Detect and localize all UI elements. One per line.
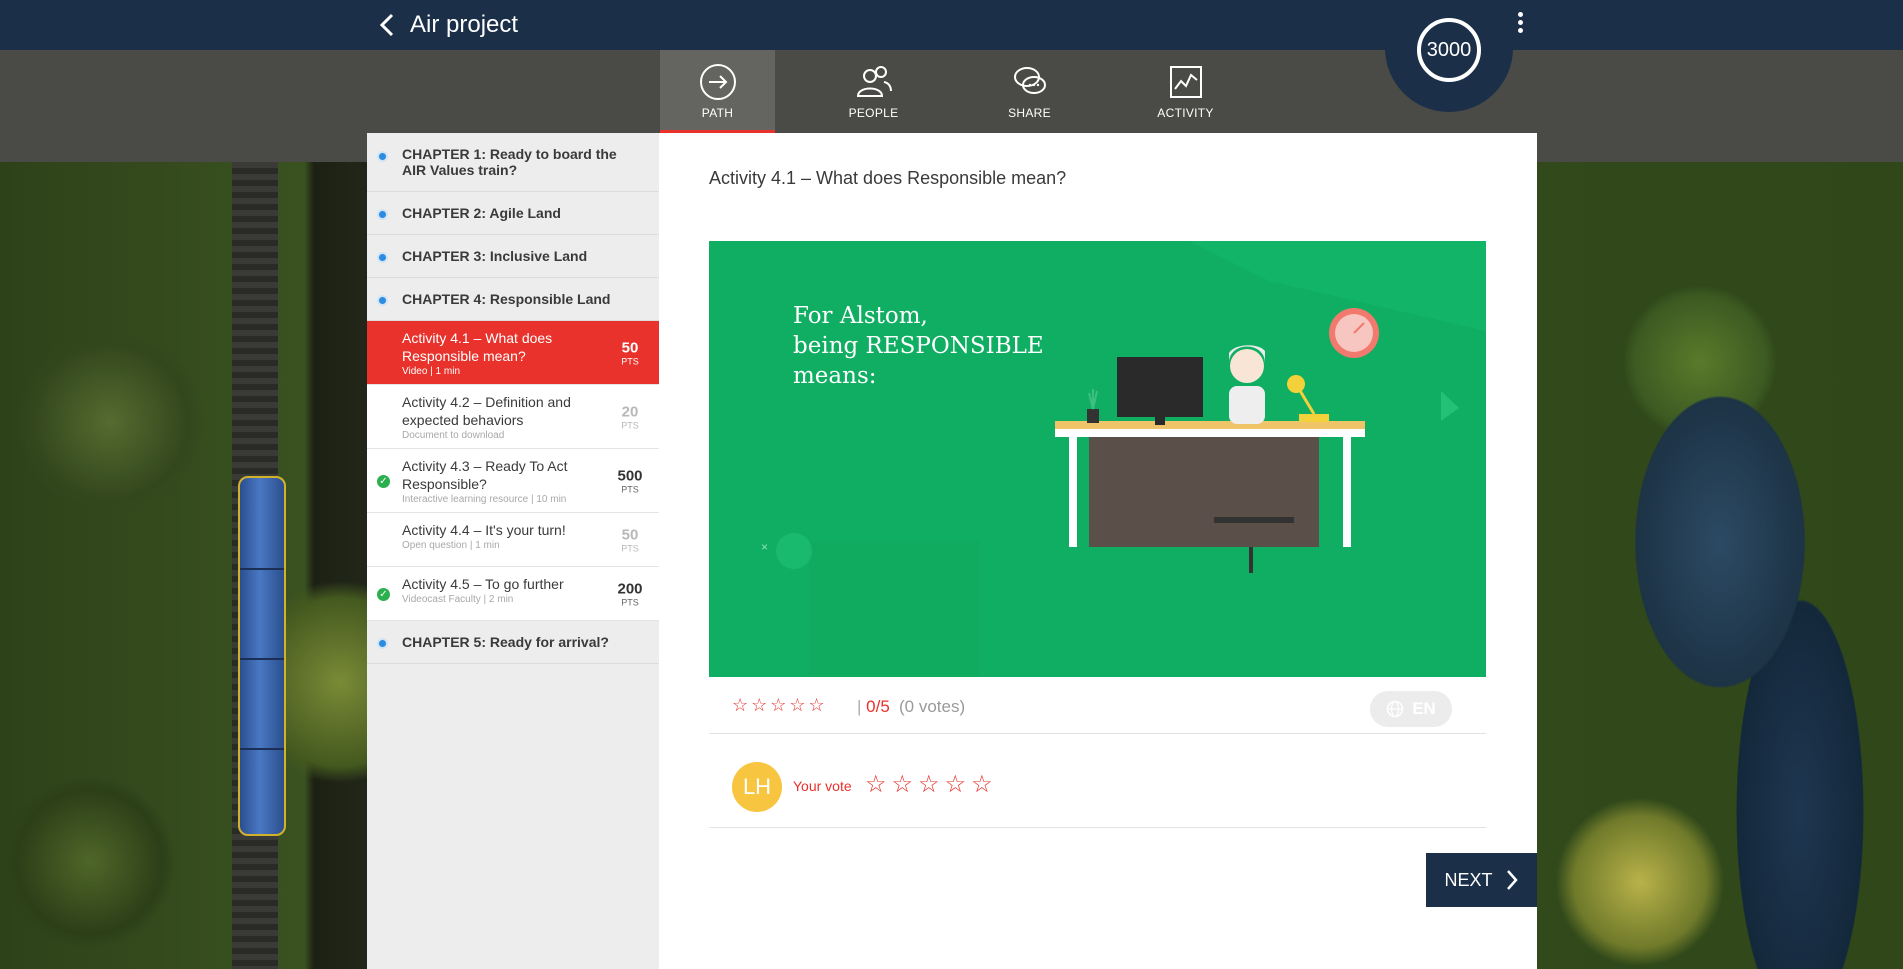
points-value: 50 — [621, 526, 639, 543]
chevron-right-icon — [1506, 870, 1518, 890]
points-value: 20 — [621, 403, 639, 420]
main-content: Activity 4.1 – What does Responsible mea… — [659, 133, 1537, 969]
tab-activity[interactable]: ACTIVITY — [1128, 50, 1243, 132]
points-value: 50 — [621, 339, 639, 356]
chapter-2[interactable]: CHAPTER 2: Agile Land — [367, 192, 659, 235]
train-image — [238, 476, 286, 836]
chapter-label: CHAPTER 3: Inclusive Land — [402, 248, 588, 264]
back-chevron-icon[interactable] — [378, 12, 400, 38]
tab-activity-label: ACTIVITY — [1157, 106, 1214, 120]
progress-dot-icon — [377, 209, 388, 220]
chapter-label: CHAPTER 4: Responsible Land — [402, 291, 611, 307]
your-vote-row: LH Your vote ☆☆☆☆☆ — [709, 734, 1486, 828]
people-icon — [856, 66, 892, 97]
your-vote-label: Your vote — [793, 778, 852, 794]
app-title: Air project — [410, 11, 519, 38]
activity-subtitle: Video | 1 min — [402, 366, 461, 377]
points-unit: PTS — [621, 356, 639, 366]
activity-points: 50 PTS — [613, 339, 647, 366]
chapter-3[interactable]: CHAPTER 3: Inclusive Land — [367, 235, 659, 278]
points-value: 200 — [617, 580, 643, 597]
chapter-4[interactable]: CHAPTER 4: Responsible Land — [367, 278, 659, 321]
language-label: EN — [1412, 699, 1436, 718]
activity-heading: Activity 4.1 – What does Responsible mea… — [709, 168, 1067, 188]
points-unit: PTS — [621, 543, 639, 553]
activity-subtitle: Videocast Faculty | 2 min — [402, 594, 514, 605]
activity-item[interactable]: ✓ Activity 4.3 – Ready To Act Responsibl… — [367, 449, 659, 513]
next-label: NEXT — [1444, 869, 1493, 890]
avatar: LH — [732, 762, 782, 812]
check-icon: ✓ — [377, 587, 390, 601]
chapter-label: CHAPTER 5: Ready for arrival? — [402, 634, 609, 650]
rating-stars-icon: ☆☆☆☆☆ — [732, 695, 828, 715]
vote-stars-input[interactable]: ☆☆☆☆☆ — [865, 770, 998, 799]
activity-chart-icon — [1169, 66, 1202, 98]
activity-points: 50 PTS — [613, 526, 647, 553]
chapter-5[interactable]: CHAPTER 5: Ready for arrival? — [367, 621, 659, 664]
activity-subtitle: Document to download — [402, 430, 505, 441]
activity-subtitle: Interactive learning resource | 10 min — [402, 494, 567, 505]
activity-title: Activity 4.3 – Ready To Act Responsible? — [402, 458, 568, 492]
rating-score-wrap: | 0/5 — [857, 697, 890, 716]
tab-share[interactable]: SHARE — [972, 50, 1087, 132]
activity-points: 20 PTS — [613, 403, 647, 430]
chapter-1[interactable]: CHAPTER 1: Ready to board the AIR Values… — [367, 133, 659, 192]
points-unit: PTS — [621, 420, 639, 430]
chapter-label: CHAPTER 1: Ready to board the AIR Values… — [402, 146, 617, 178]
tab-share-label: SHARE — [1008, 106, 1051, 120]
language-selector[interactable]: EN — [1370, 691, 1452, 727]
tab-path[interactable]: PATH — [660, 50, 775, 134]
vote-count: (0 votes) — [899, 697, 966, 716]
activity-title: Activity 4.5 – To go further — [402, 576, 564, 592]
tab-people[interactable]: PEOPLE — [816, 50, 931, 132]
activity-title: Activity 4.4 – It's your turn! — [402, 522, 566, 538]
check-icon: ✓ — [377, 474, 390, 488]
activity-points: 500 PTS — [613, 467, 647, 494]
chapter-label: CHAPTER 2: Agile Land — [402, 205, 561, 221]
rating-summary: ☆☆☆☆☆ | 0/5 (0 votes) EN — [709, 679, 1486, 734]
points-unit: PTS — [621, 597, 639, 607]
sidebar: CHAPTER 1: Ready to board the AIR Values… — [367, 133, 659, 969]
chat-bubbles-icon — [1013, 67, 1046, 94]
svg-text:×: × — [761, 540, 768, 554]
rating-score: 0/5 — [866, 697, 890, 716]
activity-points: 200 PTS — [613, 580, 647, 607]
activity-title: Activity 4.1 – What does Responsible mea… — [402, 330, 553, 364]
activity-subtitle: Open question | 1 min — [402, 540, 500, 551]
progress-dot-icon — [377, 151, 388, 162]
top-bar — [0, 0, 1903, 50]
activity-item[interactable]: Activity 4.1 – What does Responsible mea… — [367, 321, 659, 385]
activity-item[interactable]: Activity 4.2 – Definition and expected b… — [367, 385, 659, 449]
progress-dot-icon — [377, 295, 388, 306]
tab-path-label: PATH — [701, 106, 734, 120]
activity-title: Activity 4.2 – Definition and expected b… — [402, 394, 571, 428]
video-caption: For Alstom, being RESPONSIBLE means: — [793, 303, 1044, 389]
points-unit: PTS — [621, 484, 639, 494]
globe-icon — [1386, 700, 1404, 718]
tab-people-label: PEOPLE — [848, 106, 899, 120]
activity-item[interactable]: Activity 4.4 – It's your turn! Open ques… — [367, 513, 659, 567]
progress-dot-icon — [377, 638, 388, 649]
kebab-menu-icon[interactable] — [1515, 12, 1525, 38]
next-button[interactable]: NEXT — [1426, 853, 1537, 907]
progress-dot-icon — [377, 252, 388, 263]
video-player[interactable]: × For Alstom, being RESPONSIBLE means: — [709, 241, 1486, 677]
activity-item[interactable]: ✓ Activity 4.5 – To go further Videocast… — [367, 567, 659, 621]
points-counter: 3000 — [1417, 18, 1481, 82]
arrow-circle-icon — [699, 64, 736, 100]
points-value: 500 — [617, 467, 643, 484]
